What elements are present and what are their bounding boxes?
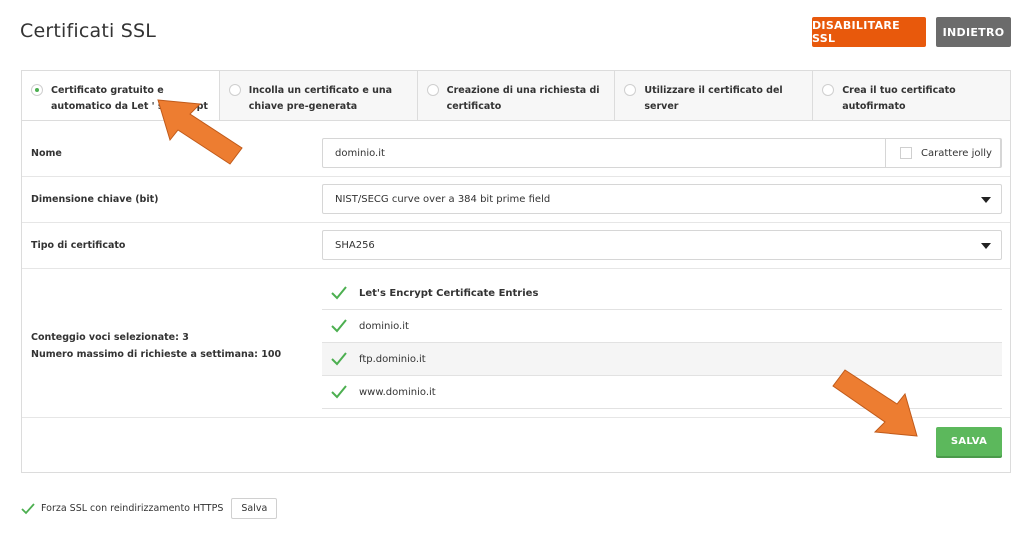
force-ssl-save-button[interactable]: Salva bbox=[231, 498, 278, 519]
force-ssl-label: Forza SSL con reindirizzamento HTTPS bbox=[41, 503, 224, 514]
key-size-row: Dimensione chiave (bit) NIST/SECG curve … bbox=[22, 177, 1010, 223]
name-value: dominio.it bbox=[335, 147, 385, 159]
tab-label: Creazione di una richiesta di certificat… bbox=[446, 85, 600, 112]
force-ssl-option: Forza SSL con reindirizzamento HTTPS Sal… bbox=[21, 498, 278, 519]
tab-label: Utilizzare il certificato del server bbox=[644, 85, 783, 112]
tab-label: Crea il tuo certificato autofirmato bbox=[842, 85, 956, 112]
max-requests: Numero massimo di richieste a settimana:… bbox=[31, 349, 282, 360]
entries-header[interactable]: Let's Encrypt Certificate Entries bbox=[322, 277, 1002, 310]
checkmark-icon[interactable] bbox=[21, 502, 35, 515]
page-title: Certificati SSL bbox=[20, 20, 157, 42]
dropdown-arrow-icon bbox=[981, 197, 991, 203]
tab-server-certificate[interactable]: Utilizzare il certificato del server bbox=[614, 71, 813, 120]
entry-label: ftp.dominio.it bbox=[359, 353, 426, 365]
name-label: Nome bbox=[31, 148, 62, 159]
save-button[interactable]: SALVA bbox=[936, 427, 1002, 456]
wildcard-label: Carattere jolly bbox=[921, 147, 992, 159]
list-item[interactable]: dominio.it bbox=[322, 310, 1002, 343]
radio-icon[interactable] bbox=[822, 84, 835, 96]
name-input[interactable]: dominio.it Carattere jolly bbox=[322, 138, 1002, 168]
entry-label: www.dominio.it bbox=[359, 386, 436, 398]
checkmark-icon[interactable] bbox=[331, 319, 347, 333]
cert-type-row: Tipo di certificato SHA256 bbox=[22, 223, 1010, 269]
key-size-label: Dimensione chiave (bit) bbox=[31, 194, 159, 205]
key-size-select[interactable]: NIST/SECG curve over a 384 bit prime fie… bbox=[322, 184, 1002, 214]
key-size-value: NIST/SECG curve over a 384 bit prime fie… bbox=[335, 193, 551, 205]
checkmark-icon[interactable] bbox=[331, 286, 347, 300]
tab-self-signed[interactable]: Crea il tuo certificato autofirmato bbox=[812, 71, 1010, 120]
radio-icon[interactable] bbox=[426, 84, 439, 96]
selected-count: Conteggio voci selezionate: 3 bbox=[31, 332, 189, 343]
annotation-arrow-icon bbox=[157, 99, 243, 165]
entry-label: dominio.it bbox=[359, 320, 409, 332]
back-button[interactable]: INDIETRO bbox=[936, 17, 1011, 47]
cert-type-select[interactable]: SHA256 bbox=[322, 230, 1002, 260]
entries-summary: Conteggio voci selezionate: 3 Numero mas… bbox=[31, 329, 281, 363]
tab-certificate-request[interactable]: Creazione di una richiesta di certificat… bbox=[416, 71, 615, 120]
wildcard-checkbox[interactable] bbox=[900, 147, 912, 159]
dropdown-arrow-icon bbox=[981, 243, 991, 249]
entry-label: Let's Encrypt Certificate Entries bbox=[359, 287, 539, 299]
disable-ssl-button[interactable]: DISABILITARE SSL bbox=[812, 17, 926, 47]
cert-type-label: Tipo di certificato bbox=[31, 240, 126, 251]
wildcard-option[interactable]: Carattere jolly bbox=[885, 138, 1001, 168]
checkmark-icon[interactable] bbox=[331, 352, 347, 366]
checkmark-icon[interactable] bbox=[331, 385, 347, 399]
annotation-arrow-icon bbox=[832, 369, 918, 437]
cert-type-value: SHA256 bbox=[335, 239, 375, 251]
radio-selected-icon[interactable] bbox=[31, 84, 43, 96]
radio-icon[interactable] bbox=[624, 84, 637, 96]
tab-label: Incolla un certificato e una chiave pre-… bbox=[248, 85, 393, 112]
